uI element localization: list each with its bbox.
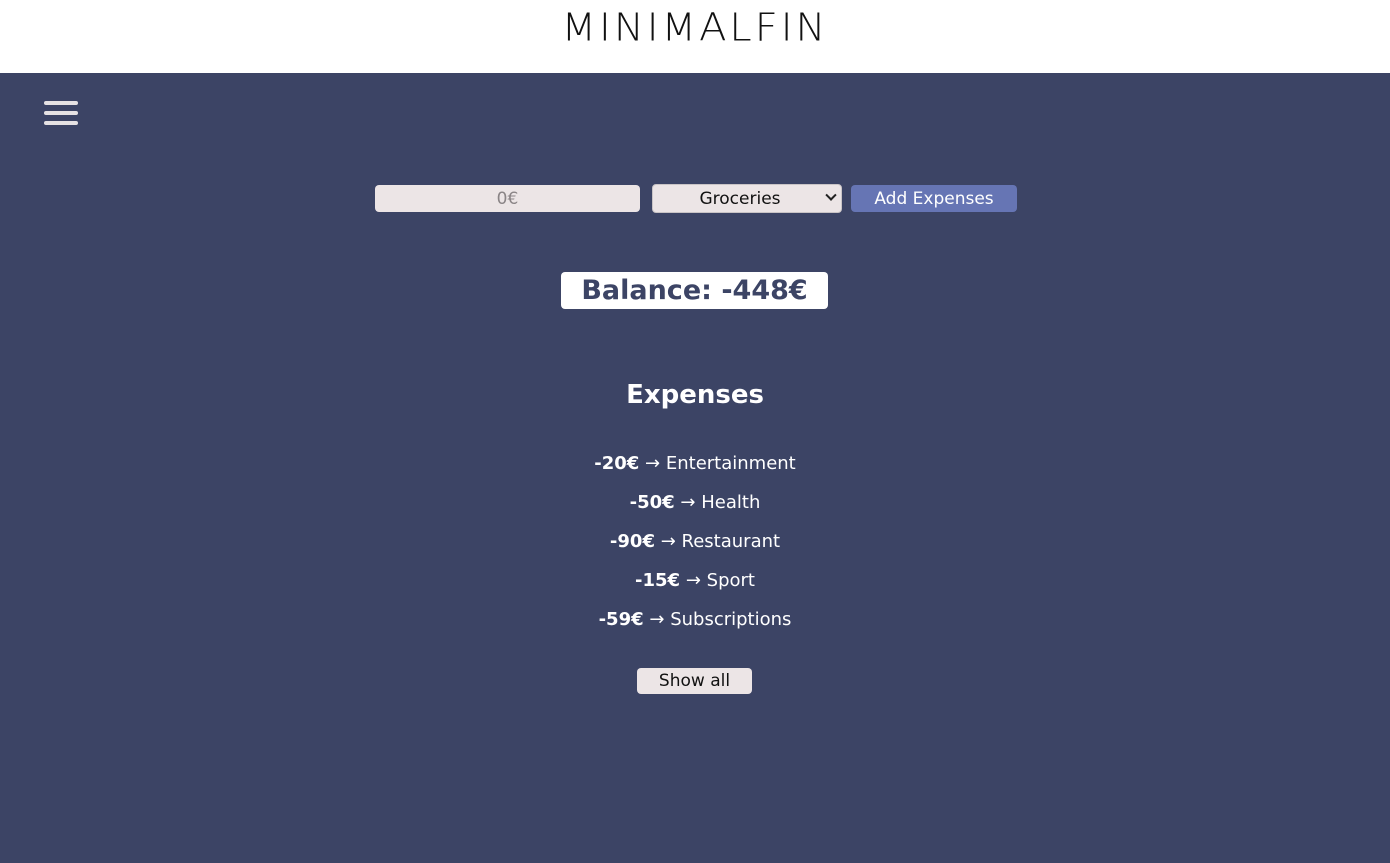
- expenses-title: Expenses: [626, 380, 764, 410]
- add-expenses-button[interactable]: Add Expenses: [851, 185, 1017, 212]
- expense-amount: -50€: [629, 492, 675, 513]
- expense-amount: -15€: [635, 570, 681, 591]
- menu-bar: [44, 101, 78, 105]
- expense-item: -59€ → Subscriptions: [0, 608, 1390, 647]
- category-select[interactable]: Groceries: [652, 184, 842, 213]
- expense-category: Entertainment: [665, 453, 796, 474]
- expense-item: -90€ → Restaurant: [0, 530, 1390, 569]
- expense-list: -20€ → Entertainment -50€ → Health -90€ …: [0, 452, 1390, 647]
- top-header: MINIMALFIN: [0, 0, 1390, 73]
- expense-amount: -90€: [609, 531, 655, 552]
- show-all-button[interactable]: Show all: [637, 668, 752, 694]
- balance-text: Balance: -448€: [581, 275, 808, 306]
- expense-category: Subscriptions: [670, 609, 792, 630]
- expense-amount: -59€: [598, 609, 644, 630]
- arrow-icon: →: [660, 531, 676, 552]
- expense-item: -50€ → Health: [0, 491, 1390, 530]
- menu-bar: [44, 111, 78, 115]
- expense-amount: -20€: [594, 453, 640, 474]
- expense-category: Restaurant: [681, 531, 781, 552]
- expense-item: -15€ → Sport: [0, 569, 1390, 608]
- expense-item: -20€ → Entertainment: [0, 452, 1390, 491]
- hamburger-menu-icon[interactable]: [44, 101, 79, 127]
- arrow-icon: →: [649, 609, 665, 630]
- arrow-icon: →: [645, 453, 661, 474]
- expense-category: Sport: [706, 570, 755, 591]
- category-select-value: Groceries: [699, 188, 781, 209]
- arrow-icon: →: [685, 570, 701, 591]
- app-logo[interactable]: MINIMALFIN: [0, 8, 1390, 48]
- chevron-down-icon: [825, 189, 837, 201]
- expense-category: Health: [701, 492, 761, 513]
- amount-input[interactable]: [375, 185, 640, 212]
- menu-bar: [44, 121, 78, 125]
- balance-display: Balance: -448€: [561, 272, 828, 309]
- arrow-icon: →: [680, 492, 696, 513]
